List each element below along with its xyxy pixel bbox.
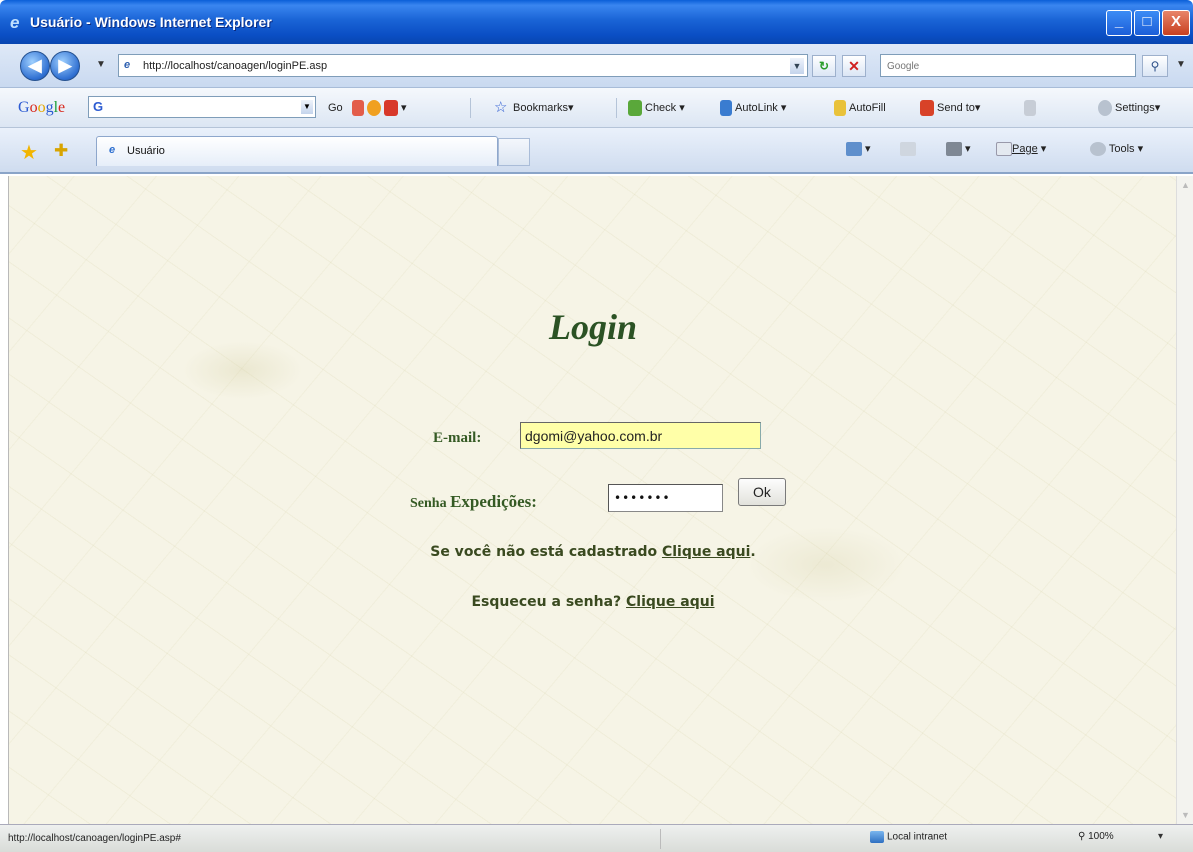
print-icon[interactable]: ▾	[946, 142, 971, 157]
minimize-button[interactable]: _	[1106, 10, 1132, 36]
tools-menu-button[interactable]: Tools ▾	[1090, 142, 1143, 157]
page-menu-button[interactable]: Page ▾	[996, 142, 1046, 157]
vertical-scrollbar[interactable]: ▲ ▼	[1176, 176, 1193, 824]
search-options-icon[interactable]: ▼	[1176, 59, 1186, 70]
send-to-button[interactable]: Send to▾	[920, 98, 980, 118]
status-url: http://localhost/canoagen/loginPE.asp#	[8, 833, 181, 844]
page-title: Login	[548, 307, 637, 347]
tab-row: ★ ✚ e Usuário ▾ ▾ Page ▾ Tools ▾	[0, 128, 1193, 174]
tab-label: Usuário	[127, 145, 165, 157]
forgot-password-message: Esqueceu a senha? Clique aqui	[471, 594, 715, 610]
page-content: Login E-mail: Senha Expedições: Ok Se vo…	[8, 176, 1176, 824]
password-field[interactable]	[608, 484, 723, 512]
close-button[interactable]: X	[1162, 10, 1190, 36]
address-row: ◀ ▶ ▼ e ▼ ↻ ✕ ⚲ ▼	[0, 44, 1193, 88]
refresh-icon[interactable]: ↻	[812, 55, 836, 77]
email-field[interactable]	[520, 422, 761, 449]
url-dropdown-icon[interactable]: ▼	[790, 58, 804, 74]
forward-button[interactable]: ▶	[50, 51, 80, 81]
intranet-icon	[870, 831, 884, 843]
settings-button[interactable]: Settings▾	[1098, 98, 1160, 118]
autofill-button[interactable]: AutoFill	[834, 98, 886, 118]
status-panels	[660, 829, 860, 849]
scroll-down-icon[interactable]: ▼	[1181, 810, 1190, 820]
password-label: Senha Expedições:	[410, 492, 537, 511]
security-zone[interactable]: Local intranet	[870, 831, 947, 843]
search-input[interactable]	[887, 57, 1127, 75]
favorites-star-icon[interactable]: ★	[20, 140, 38, 165]
window-title: Usuário - Windows Internet Explorer	[30, 14, 272, 30]
ok-button[interactable]: Ok	[738, 478, 786, 506]
bookmarks-button[interactable]: ☆ Bookmarks▾	[494, 98, 574, 118]
google-search-input[interactable]: G ▼	[88, 96, 316, 118]
pencil-icon[interactable]	[1024, 98, 1039, 118]
search-icon[interactable]: ⚲	[1142, 55, 1168, 77]
stop-icon[interactable]: ✕	[842, 55, 866, 77]
recent-pages-dropdown-icon[interactable]: ▼	[96, 59, 106, 70]
forgot-password-link[interactable]: Clique aqui	[626, 594, 714, 610]
zoom-dropdown-icon[interactable]: ▾	[1158, 831, 1163, 842]
add-favorites-icon[interactable]: ✚	[54, 141, 68, 161]
page-icon: e	[124, 59, 131, 71]
signup-message: Se você não está cadastrado Clique aqui.	[430, 544, 756, 560]
scroll-up-icon[interactable]: ▲	[1181, 180, 1190, 190]
tab-usuario[interactable]: e Usuário	[96, 136, 498, 166]
signup-link[interactable]: Clique aqui	[662, 544, 750, 560]
tab-page-icon: e	[109, 144, 116, 156]
google-toolbar: Google G ▼ Go ▾ ☆ Bookmarks▾ Check ▾ Auto…	[0, 88, 1193, 128]
autolink-button[interactable]: AutoLink ▾	[720, 98, 786, 118]
google-search-dropdown-icon[interactable]: ▼	[301, 100, 313, 114]
status-bar: http://localhost/canoagen/loginPE.asp# L…	[0, 824, 1193, 852]
back-button[interactable]: ◀	[20, 51, 50, 81]
email-label: E-mail:	[433, 430, 482, 446]
home-icon[interactable]: ▾	[846, 142, 871, 157]
google-g-icon: G	[93, 99, 104, 114]
address-bar[interactable]: e ▼	[118, 54, 808, 77]
google-go-button[interactable]: Go	[328, 98, 343, 118]
ie-icon: e	[10, 13, 20, 32]
feeds-icon[interactable]	[900, 142, 916, 156]
maximize-button[interactable]: □	[1134, 10, 1160, 36]
search-box[interactable]	[880, 54, 1136, 77]
google-extra-icons[interactable]: ▾	[352, 98, 407, 118]
new-tab-button[interactable]	[498, 138, 530, 166]
google-logo[interactable]: Google	[18, 99, 65, 117]
spell-check-button[interactable]: Check ▾	[628, 98, 685, 118]
zoom-level[interactable]: ⚲ 100%	[1078, 831, 1114, 842]
title-bar: e Usuário - Windows Internet Explorer _ …	[0, 0, 1193, 44]
url-input[interactable]	[143, 57, 783, 75]
